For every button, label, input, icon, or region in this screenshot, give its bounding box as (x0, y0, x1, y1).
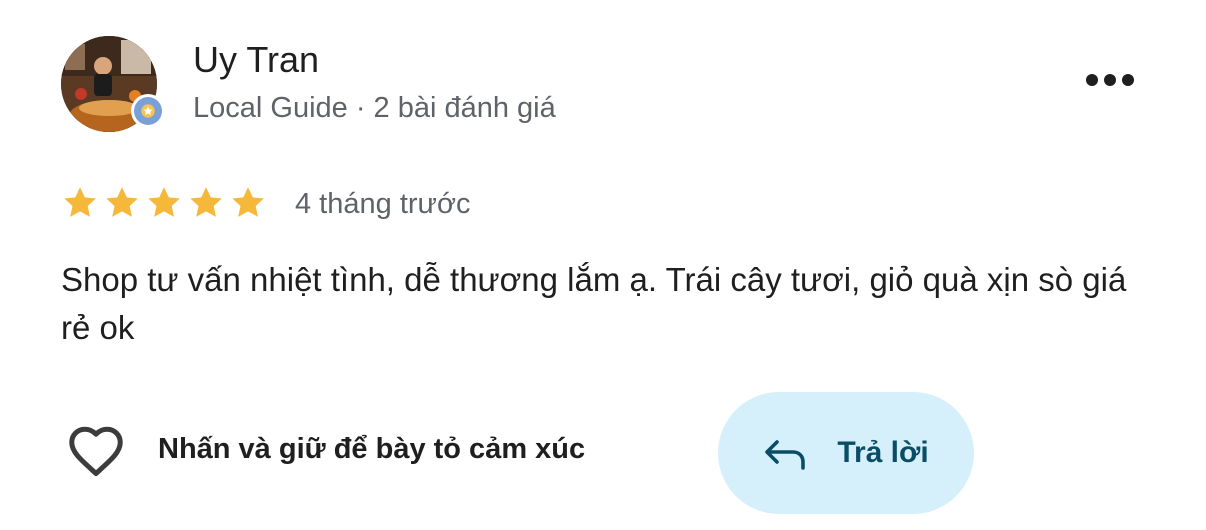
more-options-button[interactable] (1078, 60, 1142, 104)
star-icon (60, 183, 100, 223)
review-text: Shop tư vấn nhiệt tình, dễ thương lắm ạ.… (61, 261, 1127, 346)
react-button[interactable]: Nhấn và giữ để bày tỏ cảm xúc (64, 420, 585, 478)
reply-label: Trả lời (837, 436, 929, 469)
reply-arrow-icon (763, 436, 807, 470)
review-time: 4 tháng trước (295, 188, 471, 220)
author-meta: Local Guide · 2 bài đánh giá (193, 92, 556, 124)
reply-button[interactable]: Trả lời (718, 392, 974, 514)
star-icon (102, 183, 142, 223)
star-icon (186, 183, 226, 223)
local-guide-star-icon (134, 97, 162, 125)
local-guide-badge (131, 94, 165, 128)
star-icon (228, 183, 268, 223)
more-horizontal-icon (1085, 73, 1135, 92)
star-icon (144, 183, 184, 223)
star-rating (60, 183, 268, 223)
author-name[interactable]: Uy Tran (193, 38, 319, 82)
heart-outline-icon (64, 420, 128, 478)
react-label: Nhấn và giữ để bày tỏ cảm xúc (158, 432, 586, 465)
